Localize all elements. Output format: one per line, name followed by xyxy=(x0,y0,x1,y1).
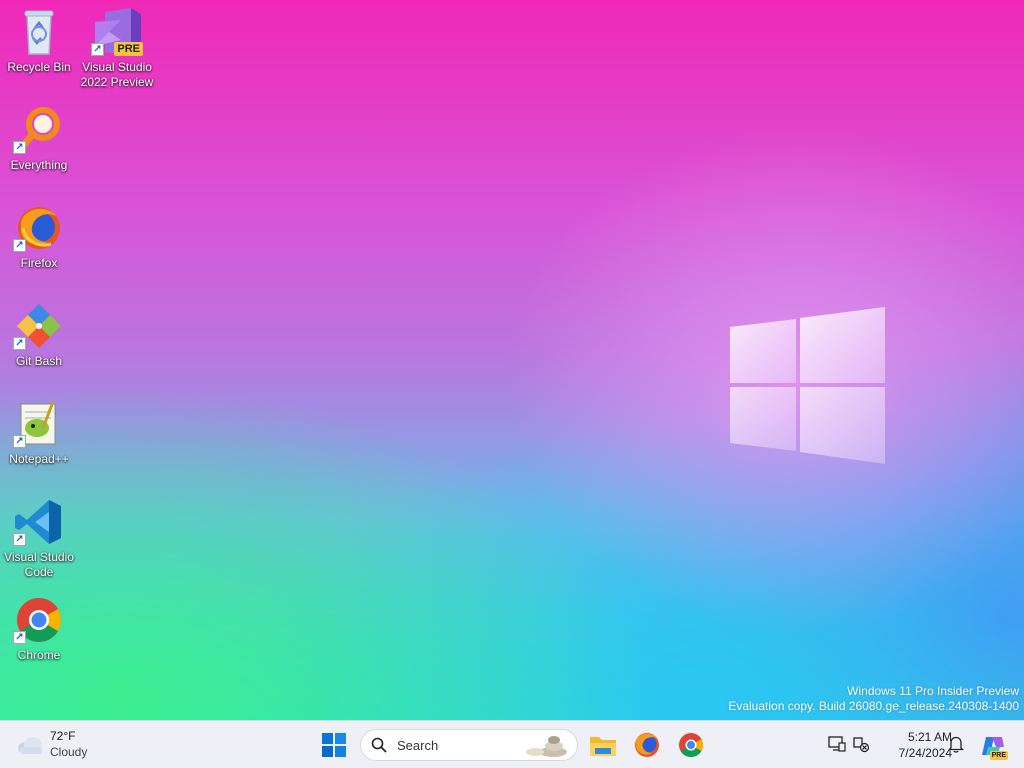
icon-label: Git Bash xyxy=(15,354,63,368)
network-disconnected-icon[interactable] xyxy=(852,735,870,753)
icon-label-text: Visual Studio Code xyxy=(4,550,74,579)
shortcut-arrow-icon: ↗ xyxy=(13,141,26,154)
cloud-icon xyxy=(18,737,42,754)
weather-temperature: 72°F xyxy=(50,729,76,743)
taskbar: 72°F Cloudy Search 5:21 AM 7/24/2024 PRE xyxy=(0,720,1024,768)
desktop-icon-git-bash[interactable]: ↗ Git Bash xyxy=(0,300,78,369)
taskbar-firefox[interactable] xyxy=(631,729,663,761)
desktop[interactable]: Recycle Bin PRE ↗ Visual Studio 2022 Pre… xyxy=(0,0,1024,720)
clock-date: 7/24/2024 xyxy=(898,746,952,760)
desktop-icon-notepad-plus-plus[interactable]: ↗ Notepad++ xyxy=(0,398,78,467)
desktop-icon-everything[interactable]: ↗ Everything xyxy=(0,104,78,173)
windows-wallpaper-logo xyxy=(730,307,885,464)
weather-widget[interactable]: 72°F Cloudy xyxy=(14,727,104,763)
shortcut-arrow-icon: ↗ xyxy=(13,631,26,644)
watermark-line-2: Evaluation copy. Build 26080.ge_release.… xyxy=(728,699,1019,713)
icon-label: Notepad++ xyxy=(9,452,69,466)
system-clock[interactable]: 5:21 AM 7/24/2024 xyxy=(874,729,952,761)
display-project-icon[interactable] xyxy=(828,735,846,753)
desktop-icon-chrome[interactable]: ↗ Chrome xyxy=(0,594,78,663)
folder-icon xyxy=(590,737,616,756)
notification-bell-icon[interactable] xyxy=(948,735,964,753)
icon-label: Chrome xyxy=(17,648,61,662)
clock-time: 5:21 AM xyxy=(907,730,952,744)
desktop-icon-firefox[interactable]: ↗ Firefox xyxy=(0,202,78,271)
shortcut-arrow-icon: ↗ xyxy=(91,43,104,56)
weather-condition: Cloudy xyxy=(50,745,88,759)
icon-label: Visual Studio Code xyxy=(0,550,78,580)
windows-evaluation-watermark: Windows 11 Pro Insider Preview Evaluatio… xyxy=(728,684,1019,714)
icon-label: Recycle Bin xyxy=(7,60,71,74)
shortcut-arrow-icon: ↗ xyxy=(13,337,26,350)
windows-start-icon xyxy=(322,733,346,757)
shortcut-arrow-icon: ↗ xyxy=(13,435,26,448)
desktop-icon-visual-studio-code[interactable]: ↗ Visual Studio Code xyxy=(0,496,78,580)
icon-label: Firefox xyxy=(20,256,58,270)
preview-badge: PRE xyxy=(114,42,143,56)
search-icon xyxy=(371,737,387,753)
chrome-icon xyxy=(679,733,704,758)
icon-label: Visual Studio 2022 Preview xyxy=(78,60,156,90)
taskbar-search[interactable]: Search xyxy=(360,729,578,761)
copilot-button[interactable]: PRE xyxy=(980,733,1008,760)
shortcut-arrow-icon: ↗ xyxy=(13,239,26,252)
search-highlight-icon xyxy=(526,736,567,757)
firefox-icon xyxy=(635,733,659,757)
watermark-line-1: Windows 11 Pro Insider Preview xyxy=(847,684,1019,698)
shortcut-arrow-icon: ↗ xyxy=(13,533,26,546)
icon-label: Everything xyxy=(10,158,68,172)
taskbar-file-explorer[interactable] xyxy=(587,729,619,761)
icon-label-text: Visual Studio 2022 Preview xyxy=(80,60,154,89)
search-label: Search xyxy=(397,738,439,753)
desktop-icon-visual-studio-2022-preview[interactable]: PRE ↗ Visual Studio 2022 Preview xyxy=(78,6,156,90)
desktop-icon-recycle-bin[interactable]: Recycle Bin xyxy=(0,6,78,75)
taskbar-chrome[interactable] xyxy=(675,729,707,761)
copilot-pre-badge: PRE xyxy=(989,751,1008,760)
recycle-bin-icon xyxy=(24,10,54,55)
start-button[interactable] xyxy=(320,731,348,759)
